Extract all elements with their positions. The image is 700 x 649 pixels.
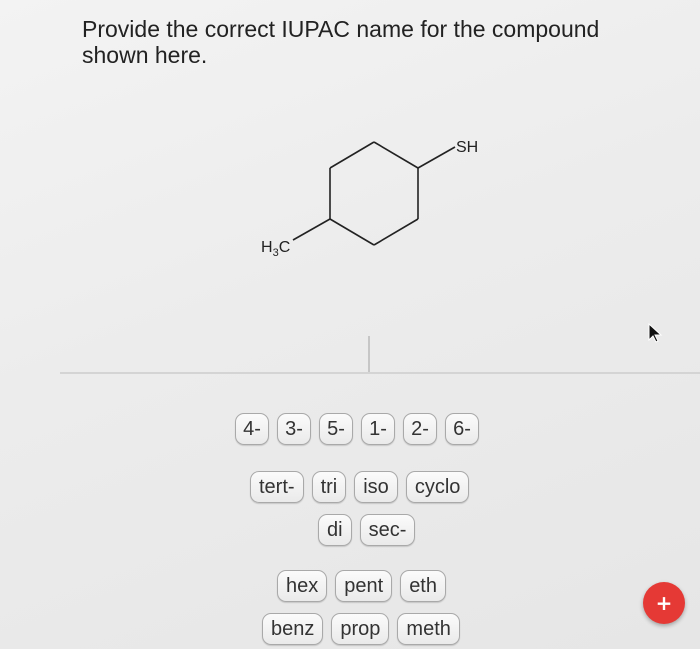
tile-benz[interactable]: benz <box>262 613 324 645</box>
methyl-bond <box>292 218 331 241</box>
tile-eth[interactable]: eth <box>400 570 446 602</box>
mouse-pointer-icon <box>648 322 663 343</box>
tile-locant-3[interactable]: 3- <box>277 413 311 445</box>
root-tiles-row-2: benz prop meth <box>262 613 460 645</box>
tile-hex[interactable]: hex <box>277 570 328 602</box>
tile-locant-1[interactable]: 1- <box>361 413 395 445</box>
cyclohexane-ring <box>292 141 456 246</box>
tile-sec[interactable]: sec- <box>359 514 416 546</box>
locant-tiles: 4- 3- 5- 1- 2- 6- <box>235 413 479 445</box>
multiplier-tiles: di sec- <box>318 514 416 546</box>
ring-bond <box>329 141 375 169</box>
tile-locant-4[interactable]: 4- <box>235 413 269 445</box>
methyl-label: H3C <box>261 239 290 259</box>
ring-bond <box>329 218 375 246</box>
tile-pent[interactable]: pent <box>335 570 393 602</box>
tile-iso[interactable]: iso <box>354 471 398 503</box>
tile-tri[interactable]: tri <box>311 471 347 503</box>
thiol-bond <box>417 146 456 169</box>
tile-locant-5[interactable]: 5- <box>319 413 353 445</box>
tile-locant-6[interactable]: 6- <box>445 413 479 445</box>
root-tiles-row-1: hex pent eth <box>277 570 446 602</box>
tile-meth[interactable]: meth <box>397 613 460 645</box>
thiol-label: SH <box>456 139 478 156</box>
text-cursor <box>368 336 370 372</box>
ring-bond <box>373 141 419 169</box>
prefix-tiles: tert- tri iso cyclo <box>250 471 470 503</box>
plus-icon: + <box>655 591 673 615</box>
add-button[interactable]: + <box>643 582 685 624</box>
tile-cyclo[interactable]: cyclo <box>405 471 470 503</box>
ring-bond <box>373 218 419 246</box>
answer-drop-zone[interactable] <box>60 372 700 374</box>
chemical-structure: SH H3C <box>261 139 478 259</box>
tile-locant-2[interactable]: 2- <box>403 413 437 445</box>
tile-di[interactable]: di <box>318 514 352 546</box>
tile-tert[interactable]: tert- <box>250 471 304 503</box>
tile-prop[interactable]: prop <box>331 613 390 645</box>
